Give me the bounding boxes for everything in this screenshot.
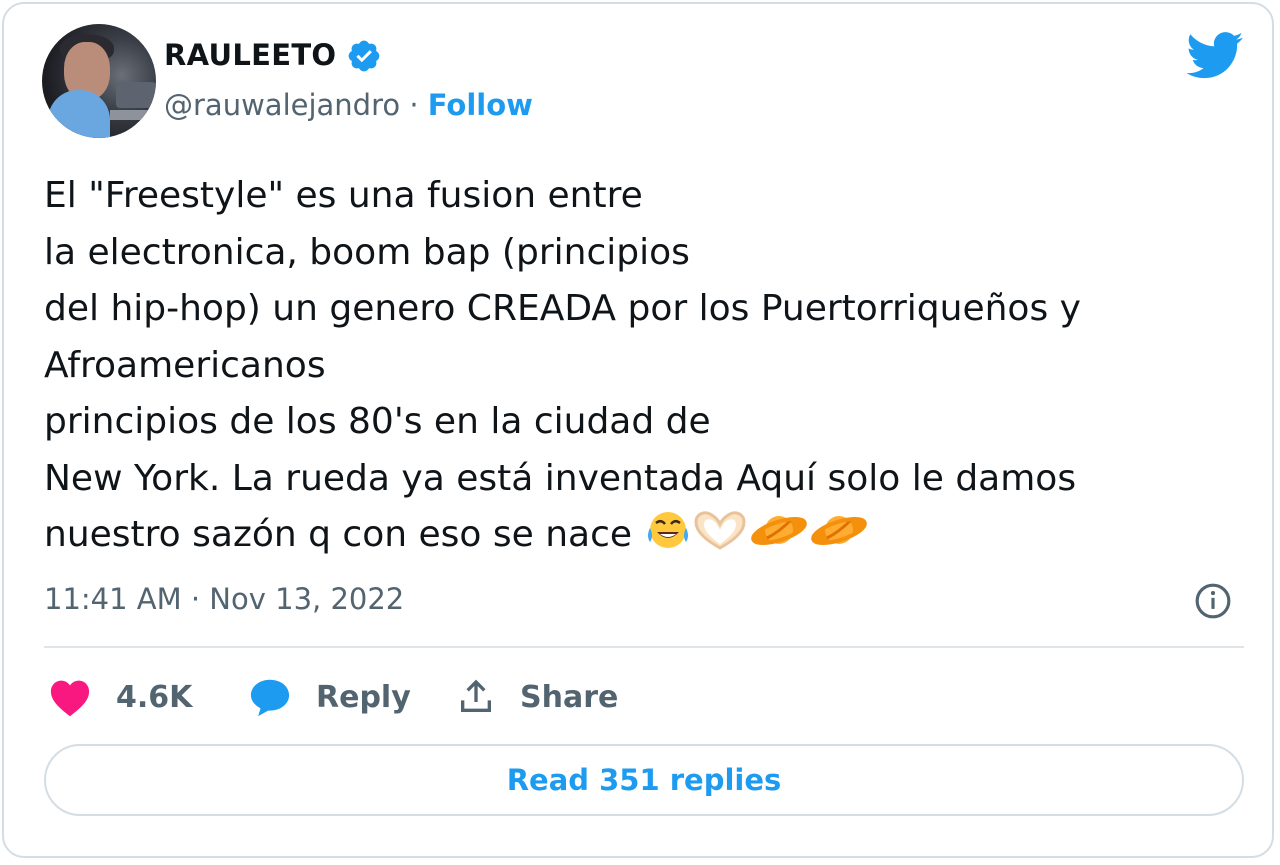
- tweet-line: principios de los 80's en la ciudad de: [44, 401, 711, 442]
- twitter-bird-icon[interactable]: [1186, 32, 1244, 80]
- ringed-planet-emoji-icon: [810, 516, 867, 545]
- share-label: Share: [520, 679, 619, 715]
- divider: [44, 646, 1244, 648]
- ringed-planet-emoji-icon: [750, 516, 807, 545]
- handle-row: @rauwalejandro · Follow: [164, 88, 533, 122]
- tweet-line: Afroamericanos: [44, 344, 326, 386]
- follow-link[interactable]: Follow: [428, 88, 533, 122]
- tweet-last-line: nuestro sazón q con eso se nace: [44, 507, 1259, 564]
- read-replies-button[interactable]: Read 351 replies: [44, 744, 1244, 816]
- reply-button[interactable]: Reply: [248, 672, 411, 722]
- tweet-text: El "Freestyle" es una fusion entre la el…: [44, 168, 1259, 564]
- share-icon: [461, 679, 491, 712]
- share-button[interactable]: Share: [456, 672, 618, 722]
- tweet-card: RAULEETO @rauwalejandro · Follow El "Fre…: [2, 2, 1274, 858]
- reply-label: Reply: [316, 679, 411, 715]
- heart-hands-emoji-icon: [693, 511, 746, 550]
- verified-badge-icon: [348, 40, 380, 72]
- tweet-line: del hip-hop) un genero CREADA por los Pu…: [44, 288, 1081, 329]
- tweet-line: la electronica, boom bap (principios: [44, 231, 690, 273]
- tears-of-joy-emoji-icon: [647, 512, 688, 548]
- tweet-line: El "Freestyle" es una fusion entre: [44, 175, 643, 216]
- info-icon[interactable]: [1194, 582, 1232, 620]
- speech-bubble-icon: [250, 679, 290, 717]
- author-name[interactable]: RAULEETO: [164, 38, 336, 72]
- like-count: 4.6K: [116, 679, 193, 715]
- separator-dot: ·: [409, 88, 419, 122]
- avatar[interactable]: [42, 24, 156, 138]
- heart-icon: [50, 680, 90, 717]
- tweet-line: nuestro sazón q con eso se nace: [44, 514, 633, 555]
- author-handle[interactable]: @rauwalejandro: [164, 88, 400, 122]
- like-button[interactable]: 4.6K: [48, 672, 192, 722]
- tweet-line: New York. La rueda ya está inventada Aqu…: [44, 457, 1077, 499]
- tweet-timestamp[interactable]: 11:41 AM · Nov 13, 2022: [44, 582, 404, 616]
